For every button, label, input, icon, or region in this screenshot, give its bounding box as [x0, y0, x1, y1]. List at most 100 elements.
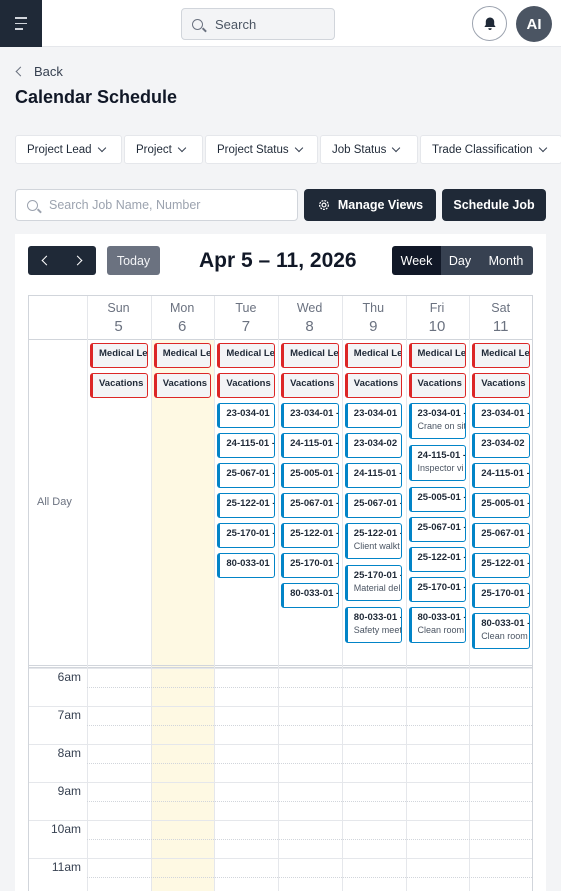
hour-row[interactable]: 8am — [29, 744, 532, 782]
hour-row[interactable]: 11am — [29, 858, 532, 891]
hour-label: 11am — [51, 860, 81, 874]
filter-trade-classification[interactable]: Trade Classification — [420, 135, 561, 164]
job-event[interactable]: 23-034-01 - Crane on sit — [408, 403, 467, 439]
job-event[interactable]: 80-033-01 - — [281, 583, 339, 608]
chevron-right-icon — [72, 255, 83, 266]
job-event[interactable]: 25-122-01 - Client walkt — [344, 523, 403, 559]
leave-event[interactable]: Medical Lea — [472, 343, 530, 368]
filter-job-status[interactable]: Job Status — [320, 135, 418, 164]
job-event[interactable]: 25-170-01 - — [217, 523, 276, 548]
job-event[interactable]: 80-033-01 - Clean room — [472, 613, 530, 649]
global-search-input[interactable]: Search — [181, 8, 335, 40]
day-name: Mon — [170, 301, 195, 315]
day-date: 10 — [428, 318, 446, 335]
leave-event[interactable]: Vacations — [153, 373, 212, 398]
event-title: 25-067-01 - — [226, 468, 276, 479]
job-event[interactable]: 25-122-01 - — [472, 553, 530, 578]
half-hour-line — [87, 801, 532, 802]
job-event[interactable]: 25-122-01 - — [217, 493, 276, 518]
job-event[interactable]: 25-067-01 - — [408, 517, 467, 542]
leave-event[interactable]: Medical Lea — [408, 343, 467, 368]
job-event[interactable]: 23-034-01 - — [281, 403, 339, 428]
job-event[interactable]: 25-170-01 - — [472, 583, 530, 608]
job-event[interactable]: 25-067-01 - — [217, 463, 276, 488]
day-header-sat[interactable]: Sat 11 — [469, 296, 532, 340]
job-event[interactable]: 25-122-01 - — [281, 523, 339, 548]
today-button[interactable]: Today — [107, 246, 160, 275]
leave-event[interactable]: Vacations — [281, 373, 339, 398]
leave-event[interactable]: Medical Lea — [217, 343, 276, 368]
day-header-fri[interactable]: Fri 10 — [406, 296, 469, 340]
job-event[interactable]: 25-170-01 - Material del — [344, 565, 403, 601]
back-link[interactable]: Back — [15, 64, 63, 79]
event-title: 25-067-01 - — [290, 498, 339, 509]
day-header-tue[interactable]: Tue 7 — [214, 296, 277, 340]
job-event[interactable]: 25-170-01 - — [408, 577, 467, 602]
half-hour-line — [87, 763, 532, 764]
day-header-sun[interactable]: Sun 5 — [87, 296, 150, 340]
job-event[interactable]: 24-115-01 - — [217, 433, 276, 458]
leave-event[interactable]: Medical Lea — [90, 343, 148, 368]
next-week-button[interactable] — [62, 246, 96, 275]
hour-row[interactable]: 7am — [29, 706, 532, 744]
job-event[interactable]: 23-034-01 - — [472, 403, 530, 428]
view-switcher: Week Day Month — [392, 246, 533, 275]
leave-event[interactable]: Medical Lea — [344, 343, 403, 368]
filter-project-lead[interactable]: Project Lead — [15, 135, 122, 164]
leave-event[interactable]: Vacations — [408, 373, 467, 398]
job-event[interactable]: 25-005-01 - — [472, 493, 530, 518]
job-event[interactable]: 25-067-01 - — [472, 523, 530, 548]
job-event[interactable]: 23-034-02 — [344, 433, 403, 458]
leave-event[interactable]: Vacations — [344, 373, 403, 398]
half-hour-line — [87, 839, 532, 840]
job-event[interactable]: 23-034-02 — [472, 433, 530, 458]
previous-week-button[interactable] — [28, 246, 62, 275]
job-event[interactable]: 24-115-01 - — [344, 463, 403, 488]
job-event[interactable]: 25-005-01 - — [408, 487, 467, 512]
job-event[interactable]: 23-034-01 — [344, 403, 403, 428]
job-event[interactable]: 24-115-01 - — [472, 463, 530, 488]
notifications-button[interactable] — [472, 6, 507, 41]
job-event[interactable]: 25-067-01 - — [344, 493, 403, 518]
job-event[interactable]: 25-005-01 - — [281, 463, 339, 488]
job-event[interactable]: 25-067-01 - — [281, 493, 339, 518]
job-event[interactable]: 24-115-01 - Inspector vi — [408, 445, 467, 481]
job-event[interactable]: 80-033-01 — [217, 553, 276, 578]
leave-event[interactable]: Vacations — [90, 373, 148, 398]
filter-project-status[interactable]: Project Status — [205, 135, 318, 164]
job-event[interactable]: 80-033-01 - Safety meet — [344, 607, 403, 643]
event-title: 25-170-01 - — [417, 582, 467, 593]
menu-button[interactable] — [0, 0, 42, 47]
filter-project[interactable]: Project — [124, 135, 203, 164]
job-event[interactable]: 80-033-01 - Clean room — [408, 607, 467, 643]
job-event[interactable]: 23-034-01 — [217, 403, 276, 428]
job-search-input[interactable]: Search Job Name, Number — [15, 189, 298, 221]
day-name: Thu — [362, 301, 385, 315]
view-day-button[interactable]: Day — [441, 246, 479, 275]
job-event[interactable]: 25-122-01 - — [408, 547, 467, 572]
job-event[interactable]: 24-115-01 - — [281, 433, 339, 458]
day-header-thu[interactable]: Thu 9 — [342, 296, 405, 340]
event-title: 24-115-01 - — [353, 468, 403, 479]
job-event[interactable]: 25-170-01 - — [281, 553, 339, 578]
view-week-button[interactable]: Week — [392, 246, 441, 275]
hour-row[interactable]: 6am — [29, 668, 532, 706]
half-hour-line — [87, 687, 532, 688]
user-avatar[interactable]: AI — [516, 6, 552, 42]
leave-event[interactable]: Medical Lea — [281, 343, 339, 368]
day-header-wed[interactable]: Wed 8 — [278, 296, 341, 340]
view-month-button[interactable]: Month — [479, 246, 533, 275]
hour-row[interactable]: 10am — [29, 820, 532, 858]
day-header-mon[interactable]: Mon 6 — [151, 296, 214, 340]
top-bar: Search AI — [0, 0, 561, 47]
leave-event[interactable]: Vacations — [472, 373, 530, 398]
leave-event[interactable]: Medical Lea — [153, 343, 212, 368]
filter-label: Job Status — [332, 143, 387, 156]
chevron-down-icon — [97, 143, 106, 153]
leave-event[interactable]: Vacations — [217, 373, 276, 398]
schedule-job-button[interactable]: Schedule Job — [442, 189, 546, 221]
day-date: 8 — [305, 318, 314, 335]
event-title: Medical Lea — [290, 348, 339, 359]
manage-views-button[interactable]: Manage Views — [304, 189, 436, 221]
hour-row[interactable]: 9am — [29, 782, 532, 820]
